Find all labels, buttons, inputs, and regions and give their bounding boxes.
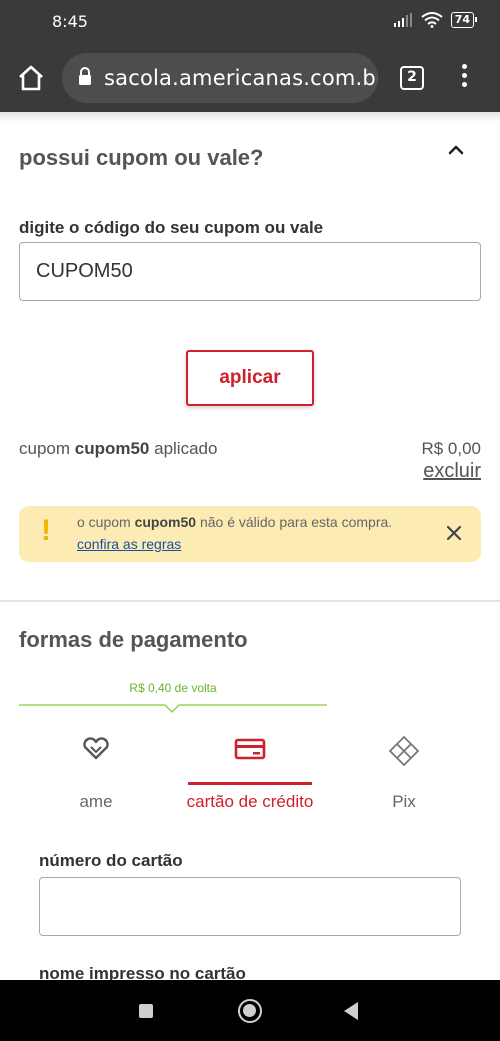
recent-apps-icon[interactable]	[139, 1004, 153, 1018]
cashback-indicator	[19, 704, 327, 713]
url-text: sacola.americanas.com.br/	[104, 66, 378, 90]
section-divider	[0, 600, 500, 602]
coupon-warning-alert: ! o cupom cupom50 não é válido para esta…	[19, 506, 481, 562]
tabs-button[interactable]: 2	[400, 66, 424, 90]
pix-icon	[327, 736, 481, 772]
coupon-discount-value: R$ 0,00	[421, 439, 481, 458]
payment-tab-credit-card[interactable]: cartão de crédito	[173, 730, 327, 812]
signal-icon	[393, 13, 413, 27]
back-icon[interactable]	[344, 1002, 358, 1020]
coupon-input-label: digite o código do seu cupom ou vale	[19, 218, 324, 237]
payment-section-title: formas de pagamento	[19, 627, 248, 652]
exclamation-icon: !	[41, 514, 51, 547]
lock-icon	[78, 66, 92, 90]
ame-heart-icon	[19, 737, 173, 766]
coupon-applied-text: cupom cupom50 aplicado	[19, 439, 217, 459]
rules-link[interactable]: confira as regras	[77, 536, 181, 552]
tab-pix-label: Pix	[392, 792, 416, 811]
system-navigation-bar	[0, 980, 500, 1041]
card-name-label: nome impresso no cartão	[39, 964, 246, 980]
warning-message: o cupom cupom50 não é válido para esta c…	[77, 514, 392, 530]
chevron-up-icon[interactable]	[444, 138, 468, 162]
battery-icon: 74	[450, 12, 478, 28]
card-number-input[interactable]	[39, 877, 461, 936]
top-shadow	[0, 112, 500, 122]
close-icon[interactable]	[445, 524, 463, 542]
warning-code: cupom50	[134, 514, 197, 530]
browser-toolbar: sacola.americanas.com.br/ 2	[0, 44, 500, 112]
status-bar: 8:45 74	[0, 0, 500, 44]
remove-coupon-link[interactable]: excluir	[423, 460, 481, 483]
card-number-label: número do cartão	[39, 851, 183, 870]
home-button-icon[interactable]	[238, 999, 262, 1023]
more-options-icon[interactable]	[452, 64, 476, 92]
applied-code: cupom50	[74, 439, 150, 458]
credit-card-icon	[173, 737, 327, 766]
home-icon[interactable]	[16, 63, 46, 93]
status-icons: 74	[393, 12, 478, 28]
wifi-icon	[421, 12, 443, 28]
apply-coupon-button[interactable]: aplicar	[186, 350, 314, 406]
coupon-input[interactable]	[19, 242, 481, 301]
cashback-label: R$ 0,40 de volta	[129, 681, 217, 695]
selected-tab-indicator	[188, 782, 312, 785]
coupon-section-title: possui cupom ou vale?	[19, 145, 264, 170]
status-time: 8:45	[52, 12, 88, 31]
payment-tab-pix[interactable]: Pix	[327, 730, 481, 812]
warning-suffix: não é válido para esta compra.	[196, 514, 393, 530]
address-bar[interactable]: sacola.americanas.com.br/	[62, 53, 378, 103]
applied-prefix: cupom	[19, 439, 75, 458]
payment-tab-ame[interactable]: ame	[19, 730, 173, 812]
applied-suffix: aplicado	[149, 439, 218, 458]
page-content: possui cupom ou vale? digite o código do…	[0, 112, 500, 980]
warning-prefix: o cupom	[77, 514, 135, 530]
tab-credit-card-label: cartão de crédito	[186, 792, 314, 811]
tab-ame-label: ame	[79, 792, 113, 811]
